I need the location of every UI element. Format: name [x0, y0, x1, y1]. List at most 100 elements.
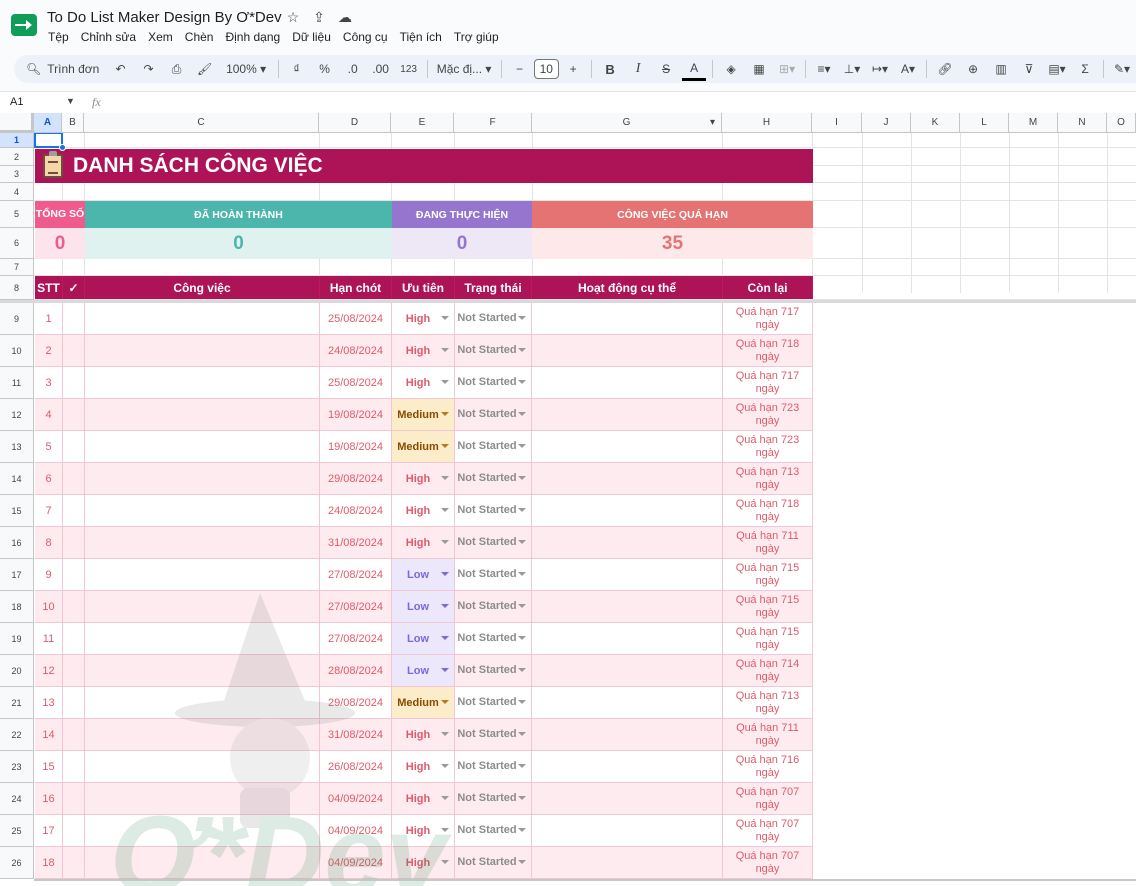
- header-status[interactable]: Trạng thái: [455, 276, 532, 299]
- task-priority-cell[interactable]: High: [392, 495, 455, 527]
- row-header[interactable]: 15: [0, 495, 34, 527]
- task-checkbox[interactable]: [63, 783, 85, 815]
- dropdown-arrow-icon[interactable]: [518, 348, 526, 352]
- task-priority-cell[interactable]: Low: [392, 559, 455, 591]
- task-name-cell[interactable]: [85, 431, 320, 463]
- task-activity-cell[interactable]: [532, 527, 723, 559]
- task-stt-cell[interactable]: 6: [35, 463, 63, 495]
- task-stt-cell[interactable]: 4: [35, 399, 63, 431]
- sheet-title-banner[interactable]: DANH SÁCH CÔNG VIỆC: [35, 149, 813, 183]
- task-stt-cell[interactable]: 14: [35, 719, 63, 751]
- cloud-status-icon[interactable]: ☁: [336, 9, 354, 26]
- header-task[interactable]: Công việc: [85, 276, 320, 299]
- task-deadline-cell[interactable]: 27/08/2024: [320, 623, 392, 655]
- currency-format-button[interactable]: ₫: [285, 57, 309, 81]
- dropdown-arrow-icon[interactable]: [441, 348, 449, 352]
- task-stt-cell[interactable]: 5: [35, 431, 63, 463]
- task-status-cell[interactable]: Not Started: [455, 335, 532, 367]
- stat-inprogress-value[interactable]: 0: [392, 228, 532, 259]
- task-stt-cell[interactable]: 16: [35, 783, 63, 815]
- dropdown-arrow-icon[interactable]: [518, 732, 526, 736]
- task-status-cell[interactable]: Not Started: [455, 687, 532, 719]
- task-activity-cell[interactable]: [532, 623, 723, 655]
- menu-item[interactable]: Xem: [148, 30, 173, 44]
- task-remaining-cell[interactable]: Quá hạn 715 ngày: [723, 559, 813, 591]
- dropdown-arrow-icon[interactable]: [518, 316, 526, 320]
- fill-color-icon[interactable]: ◈: [719, 57, 743, 81]
- row-header[interactable]: 25: [0, 815, 34, 847]
- column-header[interactable]: K: [911, 113, 960, 133]
- text-rotation-icon[interactable]: A▾: [896, 57, 920, 81]
- task-status-cell[interactable]: Not Started: [455, 847, 532, 879]
- dropdown-arrow-icon[interactable]: [518, 412, 526, 416]
- spreadsheet-grid[interactable]: DANH SÁCH CÔNG VIỆC TỔNG SỐ ĐÃ HOÀN THÀN…: [0, 113, 1136, 886]
- dropdown-arrow-icon[interactable]: [441, 732, 449, 736]
- row-header[interactable]: 4: [0, 183, 34, 201]
- task-status-cell[interactable]: Not Started: [455, 655, 532, 687]
- dropdown-arrow-icon[interactable]: [518, 508, 526, 512]
- task-priority-cell[interactable]: Low: [392, 655, 455, 687]
- task-status-cell[interactable]: Not Started: [455, 559, 532, 591]
- task-remaining-cell[interactable]: Quá hạn 716 ngày: [723, 751, 813, 783]
- task-activity-cell[interactable]: [532, 367, 723, 399]
- task-name-cell[interactable]: [85, 335, 320, 367]
- stat-overdue-value[interactable]: 35: [532, 228, 813, 259]
- dropdown-arrow-icon[interactable]: [441, 572, 449, 576]
- sheets-logo-icon[interactable]: [11, 14, 37, 36]
- task-remaining-cell[interactable]: Quá hạn 723 ngày: [723, 399, 813, 431]
- row-header[interactable]: 10: [0, 335, 34, 367]
- column-header[interactable]: B: [62, 113, 84, 133]
- name-box[interactable]: A1: [10, 96, 23, 108]
- insert-chart-icon[interactable]: ▥: [989, 57, 1013, 81]
- task-remaining-cell[interactable]: Quá hạn 715 ngày: [723, 623, 813, 655]
- row-header[interactable]: 12: [0, 399, 34, 431]
- column-header[interactable]: I: [812, 113, 862, 133]
- task-checkbox[interactable]: [63, 559, 85, 591]
- task-status-cell[interactable]: Not Started: [455, 815, 532, 847]
- header-activity[interactable]: Hoạt động cụ thể: [532, 276, 723, 299]
- task-name-cell[interactable]: [85, 687, 320, 719]
- task-remaining-cell[interactable]: Quá hạn 717 ngày: [723, 303, 813, 335]
- vertical-align-icon[interactable]: ⊥▾: [840, 57, 864, 81]
- task-priority-cell[interactable]: Medium: [392, 399, 455, 431]
- task-deadline-cell[interactable]: 19/08/2024: [320, 399, 392, 431]
- task-status-cell[interactable]: Not Started: [455, 527, 532, 559]
- dropdown-arrow-icon[interactable]: [518, 860, 526, 864]
- row-header[interactable]: 8: [0, 276, 34, 300]
- task-status-cell[interactable]: Not Started: [455, 751, 532, 783]
- dropdown-arrow-icon[interactable]: [518, 604, 526, 608]
- task-deadline-cell[interactable]: 04/09/2024: [320, 815, 392, 847]
- menu-item[interactable]: Dữ liệu: [292, 30, 331, 44]
- row-header[interactable]: 1: [0, 133, 34, 148]
- task-activity-cell[interactable]: [532, 399, 723, 431]
- column-header[interactable]: H: [722, 113, 812, 133]
- insert-comment-icon[interactable]: ⊕: [961, 57, 985, 81]
- task-stt-cell[interactable]: 10: [35, 591, 63, 623]
- task-priority-cell[interactable]: Medium: [392, 431, 455, 463]
- task-activity-cell[interactable]: [532, 783, 723, 815]
- column-header[interactable]: J: [862, 113, 911, 133]
- stat-done-value[interactable]: 0: [85, 228, 392, 259]
- task-deadline-cell[interactable]: 31/08/2024: [320, 719, 392, 751]
- menu-item[interactable]: Trợ giúp: [454, 30, 499, 44]
- chevron-down-icon[interactable]: ▼: [66, 96, 75, 106]
- task-activity-cell[interactable]: [532, 815, 723, 847]
- paint-format-icon[interactable]: 🖌︎: [193, 57, 217, 81]
- column-menu-icon[interactable]: ▾: [710, 117, 715, 128]
- increase-decimal-button[interactable]: .00: [369, 57, 393, 81]
- task-status-cell[interactable]: Not Started: [455, 591, 532, 623]
- dropdown-arrow-icon[interactable]: [441, 476, 449, 480]
- move-to-folder-icon[interactable]: ⇪: [310, 9, 328, 26]
- text-color-button[interactable]: A: [682, 57, 707, 81]
- task-activity-cell[interactable]: [532, 719, 723, 751]
- task-remaining-cell[interactable]: Quá hạn 717 ngày: [723, 367, 813, 399]
- task-name-cell[interactable]: [85, 847, 320, 879]
- column-header[interactable]: O: [1107, 113, 1136, 133]
- dropdown-arrow-icon[interactable]: [518, 476, 526, 480]
- task-remaining-cell[interactable]: Quá hạn 715 ngày: [723, 591, 813, 623]
- stat-total-value[interactable]: 0: [35, 228, 85, 259]
- task-activity-cell[interactable]: [532, 431, 723, 463]
- task-checkbox[interactable]: [63, 463, 85, 495]
- menu-item[interactable]: Định dạng: [225, 30, 280, 44]
- dropdown-arrow-icon[interactable]: [518, 764, 526, 768]
